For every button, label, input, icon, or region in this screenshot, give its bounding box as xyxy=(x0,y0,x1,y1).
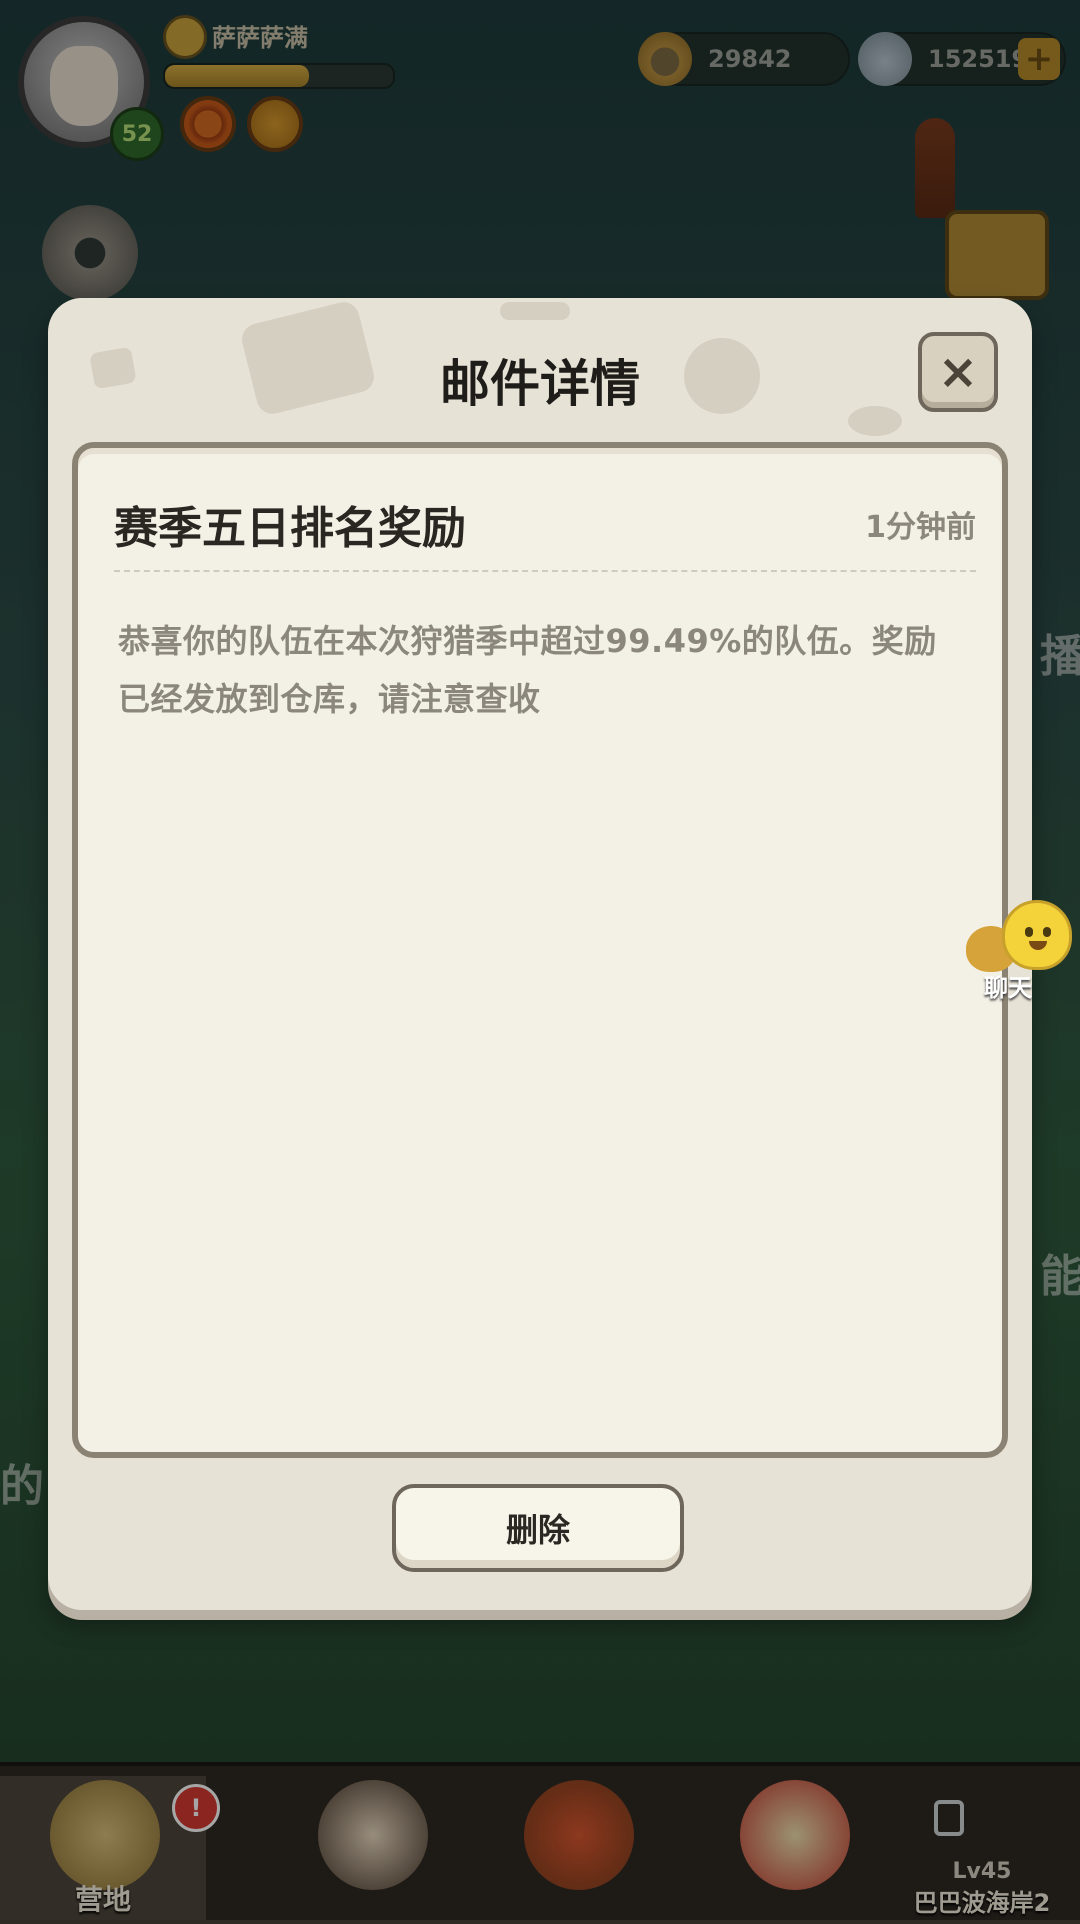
chat-label: 聊天 xyxy=(984,974,1032,1002)
dialog-title: 邮件详情 xyxy=(440,355,640,413)
mail-subject: 赛季五日排名奖励 xyxy=(114,503,466,554)
mail-detail-dialog: 邮件详情 × 赛季五日排名奖励 1分钟前 恭喜你的队伍在本次狩猎季中超过99.4… xyxy=(48,298,1032,1610)
chat-button[interactable]: 聊天 xyxy=(966,900,1078,1002)
mail-timestamp: 1分钟前 xyxy=(865,510,976,545)
divider xyxy=(114,570,976,572)
mail-body-text: 恭喜你的队伍在本次狩猎季中超过99.49%的队伍。奖励已经发放到仓库，请注意查收 xyxy=(118,622,937,718)
decoration-shape xyxy=(500,302,570,320)
close-button[interactable]: × xyxy=(918,332,998,412)
smiley-icon xyxy=(1002,900,1072,970)
delete-button[interactable]: 删除 xyxy=(392,1484,684,1572)
mail-content-panel: 赛季五日排名奖励 1分钟前 恭喜你的队伍在本次狩猎季中超过99.49%的队伍。奖… xyxy=(72,442,1008,1458)
